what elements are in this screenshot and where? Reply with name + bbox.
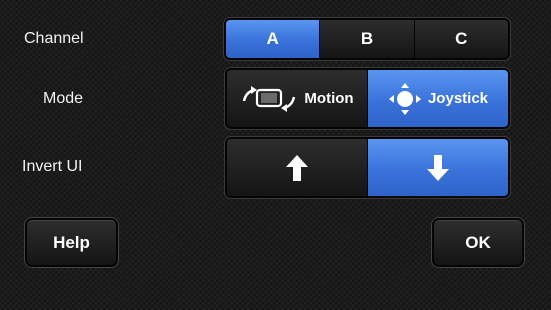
channel-selector: A B C [224, 18, 510, 60]
joystick-icon [388, 82, 422, 116]
mode-option-motion-label: Motion [304, 90, 354, 107]
mode-option-motion[interactable]: Motion [227, 70, 368, 127]
rotate-phone-icon [240, 84, 298, 114]
channel-option-c[interactable]: C [414, 20, 508, 58]
invert-option-up[interactable] [227, 139, 368, 196]
channel-option-b[interactable]: B [320, 20, 415, 58]
arrow-up-icon [286, 154, 308, 181]
ok-button[interactable]: OK [432, 218, 524, 267]
channel-label: Channel [24, 30, 84, 47]
help-button[interactable]: Help [25, 218, 118, 267]
mode-label: Mode [43, 90, 84, 107]
invert-option-down[interactable] [368, 139, 508, 196]
mode-option-joystick[interactable]: Joystick [368, 70, 508, 127]
mode-option-joystick-label: Joystick [427, 90, 489, 107]
invert-ui-label: Invert UI [22, 158, 83, 175]
mode-selector: Motion Joystick [225, 68, 510, 129]
arrow-down-icon [427, 154, 449, 181]
channel-option-a[interactable]: A [226, 20, 321, 58]
invert-selector [225, 137, 510, 198]
